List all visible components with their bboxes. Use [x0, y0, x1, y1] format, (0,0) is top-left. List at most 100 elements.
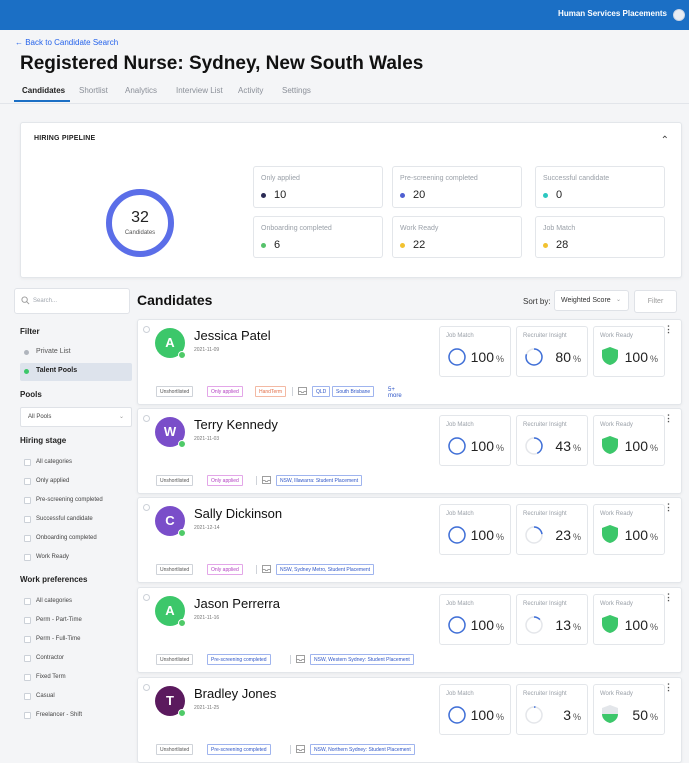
- metric-label: Job Match: [446, 691, 474, 697]
- more-options-icon[interactable]: ⋮: [664, 324, 673, 335]
- stat-value: 20: [413, 189, 426, 201]
- metric-value: 100%: [470, 438, 504, 454]
- recruiter-insight-metric: Recruiter Insight 23%: [516, 504, 588, 555]
- stat-dot: [400, 193, 405, 198]
- metric-number: 13: [555, 617, 571, 633]
- metric-label: Work Ready: [600, 601, 633, 607]
- hiring-stage-heading: Hiring stage: [20, 436, 67, 445]
- candidate-card[interactable]: W Terry Kennedy 2021-11-03 Job Match 100% Rec…: [137, 408, 682, 494]
- checkbox[interactable]: [24, 674, 31, 681]
- select-checkbox[interactable]: [143, 594, 150, 601]
- checkbox[interactable]: [24, 459, 31, 466]
- candidate-card[interactable]: T Bradley Jones 2021-11-25 Job Match 100% Rec…: [137, 677, 682, 763]
- filter-button[interactable]: Filter: [634, 290, 677, 313]
- job-match-metric: Job Match 100%: [439, 684, 511, 735]
- filter-private-list[interactable]: Private List: [20, 344, 132, 362]
- stat-label: Successful candidate: [543, 175, 610, 182]
- work-ready-metric: Work Ready 100%: [593, 594, 665, 645]
- checkbox[interactable]: [24, 478, 31, 485]
- stat-onboarding[interactable]: Onboarding completed 6: [253, 216, 383, 258]
- status-tag: HandTerm: [255, 386, 287, 397]
- metric-label: Job Match: [446, 333, 474, 339]
- metric-value: 100%: [470, 617, 504, 633]
- candidate-card[interactable]: C Sally Dickinson 2021-12-14 Job Match 100% R…: [137, 497, 682, 583]
- select-checkbox[interactable]: [143, 504, 150, 511]
- checkbox[interactable]: [24, 535, 31, 542]
- stat-successful[interactable]: Successful candidate 0: [535, 166, 665, 208]
- tab-activity[interactable]: Activity: [238, 86, 263, 95]
- status-tag: Unshortlisted: [156, 475, 194, 486]
- candidate-card[interactable]: A Jason Perrerra 2021-11-16 Job Match 100% Re…: [137, 587, 682, 673]
- filter-talent-pools[interactable]: Talent Pools: [20, 363, 132, 381]
- metric-value: 100%: [470, 527, 504, 543]
- checkbox[interactable]: [24, 516, 31, 523]
- candidate-name[interactable]: Terry Kennedy: [194, 417, 278, 432]
- checkbox-label: Fixed Term: [36, 674, 66, 680]
- user-avatar[interactable]: [673, 9, 685, 21]
- candidate-date: 2021-11-25: [194, 705, 220, 711]
- progress-ring-icon: [525, 348, 543, 366]
- progress-ring-icon: [448, 616, 466, 634]
- checkbox[interactable]: [24, 598, 31, 605]
- candidate-name[interactable]: Jason Perrerra: [194, 596, 280, 611]
- metric-label: Recruiter Insight: [523, 511, 567, 517]
- sort-select[interactable]: Weighted Score ⌄: [554, 290, 629, 311]
- checkbox[interactable]: [24, 712, 31, 719]
- filter-heading: Filter: [20, 327, 40, 336]
- chevron-up-icon[interactable]: ⌃: [661, 135, 669, 146]
- tab-candidates[interactable]: Candidates: [22, 86, 65, 95]
- pools-select[interactable]: All Pools ⌄: [20, 407, 132, 427]
- more-link[interactable]: 5+ more: [388, 387, 402, 399]
- tab-shortlist[interactable]: Shortlist: [79, 86, 108, 95]
- inbox-icon: [262, 476, 271, 484]
- select-checkbox[interactable]: [143, 415, 150, 422]
- more-options-icon[interactable]: ⋮: [664, 413, 673, 424]
- tab-analytics[interactable]: Analytics: [125, 86, 157, 95]
- checkbox[interactable]: [24, 617, 31, 624]
- candidate-name[interactable]: Sally Dickinson: [194, 506, 282, 521]
- checkbox[interactable]: [24, 554, 31, 561]
- metric-number: 100: [470, 707, 494, 723]
- sort-value: Weighted Score: [561, 297, 611, 304]
- checkbox[interactable]: [24, 693, 31, 700]
- stat-pre-screening[interactable]: Pre-screening completed 20: [392, 166, 522, 208]
- select-checkbox[interactable]: [143, 684, 150, 691]
- progress-ring-icon: [448, 348, 466, 366]
- donut-label: Candidates: [124, 230, 156, 236]
- tabs-divider: [0, 103, 689, 104]
- stat-job-match[interactable]: Job Match 28: [535, 216, 665, 258]
- tab-settings[interactable]: Settings: [282, 86, 311, 95]
- metric-value: 50%: [632, 707, 658, 723]
- metric-number: 100: [624, 438, 648, 454]
- more-options-icon[interactable]: ⋮: [664, 682, 673, 693]
- metric-label: Recruiter Insight: [523, 691, 567, 697]
- avatar: W: [155, 417, 186, 448]
- metric-number: 100: [470, 527, 494, 543]
- candidate-name[interactable]: Bradley Jones: [194, 686, 276, 701]
- shield-icon: [602, 525, 618, 543]
- checkbox[interactable]: [24, 636, 31, 643]
- candidate-card[interactable]: A Jessica Patel 2021-11-09 Job Match 100% Rec…: [137, 319, 682, 405]
- checkbox[interactable]: [24, 497, 31, 504]
- stat-work-ready[interactable]: Work Ready 22: [392, 216, 522, 258]
- stat-only-applied[interactable]: Only applied 10: [253, 166, 383, 208]
- metric-label: Recruiter Insight: [523, 601, 567, 607]
- more-options-icon[interactable]: ⋮: [664, 502, 673, 513]
- checkbox-label: Contractor: [36, 655, 65, 661]
- back-link[interactable]: ← Back to Candidate Search: [15, 38, 118, 47]
- search-input[interactable]: Search...: [14, 288, 130, 314]
- select-checkbox[interactable]: [143, 326, 150, 333]
- tab-interview-list[interactable]: Interview List: [176, 86, 223, 95]
- candidate-date: 2021-11-03: [194, 436, 220, 442]
- metric-value: 100%: [624, 617, 658, 633]
- metric-label: Recruiter Insight: [523, 422, 567, 428]
- progress-ring-icon: [448, 526, 466, 544]
- progress-ring-icon: [525, 526, 543, 544]
- more-options-icon[interactable]: ⋮: [664, 592, 673, 603]
- job-match-metric: Job Match 100%: [439, 326, 511, 377]
- avatar: A: [155, 596, 186, 627]
- candidate-name[interactable]: Jessica Patel: [194, 328, 271, 343]
- checkbox[interactable]: [24, 655, 31, 662]
- work-ready-metric: Work Ready 100%: [593, 326, 665, 377]
- tag-divider: [290, 745, 291, 754]
